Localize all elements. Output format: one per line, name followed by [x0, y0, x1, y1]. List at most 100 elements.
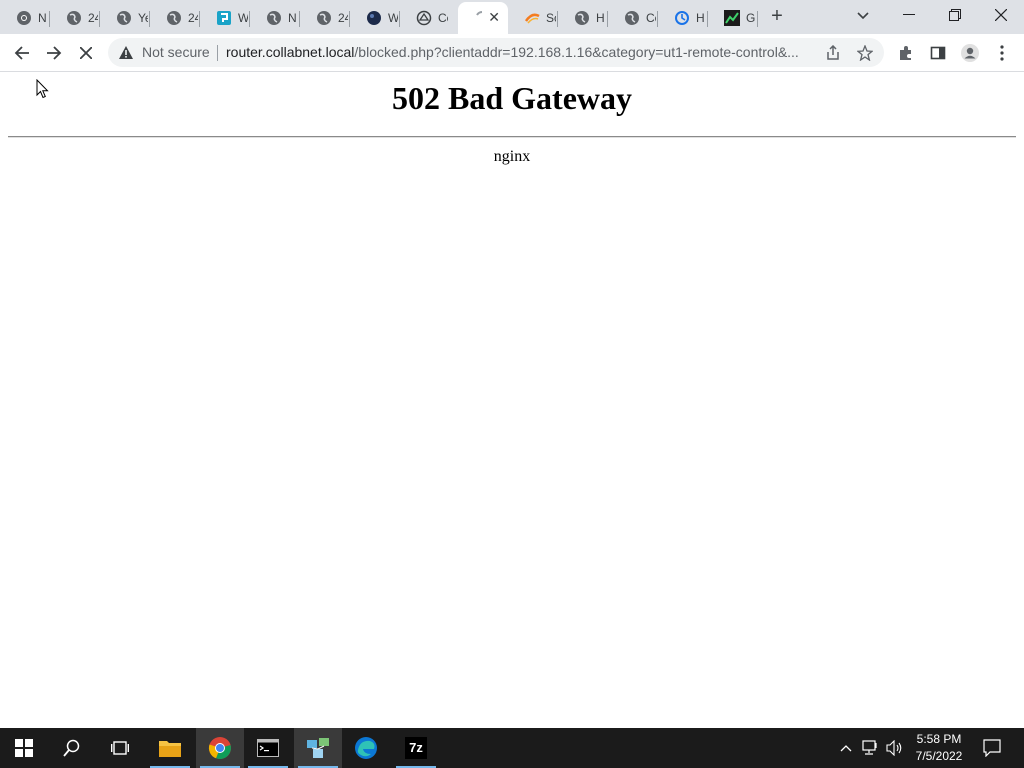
globe-icon	[624, 10, 640, 26]
stop-loading-button[interactable]	[72, 39, 100, 67]
network-tray-button[interactable]	[860, 728, 882, 768]
tab[interactable]: 24	[150, 4, 200, 32]
windows-logo-icon	[15, 739, 33, 757]
app-icon	[216, 10, 232, 26]
url-host: router.collabnet.local	[226, 44, 355, 60]
tab-title: H	[696, 11, 705, 25]
tab[interactable]: N	[0, 4, 50, 32]
task-view-button[interactable]	[96, 728, 144, 768]
tab[interactable]: H	[558, 4, 608, 32]
tab-separator	[757, 11, 758, 27]
chrome-icon	[208, 737, 231, 760]
minimize-button[interactable]	[886, 0, 932, 30]
history-icon	[674, 10, 690, 26]
tab-title: Ye	[138, 11, 148, 25]
tab[interactable]: H	[658, 4, 708, 32]
server-signature: nginx	[493, 148, 531, 165]
globe-icon	[266, 10, 282, 26]
file-explorer-button[interactable]	[146, 728, 194, 768]
globe-icon	[316, 10, 332, 26]
address-bar[interactable]: Not secure router.collabnet.local/blocke…	[108, 38, 884, 67]
terminal-button[interactable]	[244, 728, 292, 768]
notification-icon	[983, 739, 1001, 757]
tab[interactable]: Cc	[608, 4, 658, 32]
search-icon	[63, 739, 80, 757]
volume-tray-button[interactable]	[884, 728, 906, 768]
profile-button[interactable]	[956, 39, 984, 67]
folder-icon	[159, 741, 181, 757]
network-app-button[interactable]	[294, 728, 342, 768]
tab[interactable]: 24	[300, 4, 350, 32]
arrow-right-icon	[47, 46, 62, 60]
warning-icon[interactable]	[118, 45, 134, 65]
security-label[interactable]: Not secure	[142, 44, 210, 60]
chevron-down-icon	[857, 12, 869, 20]
search-button[interactable]	[48, 728, 96, 768]
globe-icon	[116, 10, 132, 26]
edge-button[interactable]	[342, 728, 390, 768]
notifications-button[interactable]	[978, 728, 1006, 768]
puzzle-icon	[900, 46, 911, 60]
tab[interactable]: Ye	[100, 4, 150, 32]
tab-title: G	[746, 11, 756, 25]
new-tab-button[interactable]: +	[767, 6, 787, 26]
forward-button[interactable]	[40, 39, 68, 67]
clock-date: 7/5/2022	[915, 749, 963, 763]
start-button[interactable]	[0, 728, 48, 768]
clock-time: 5:58 PM	[916, 732, 962, 746]
chart-icon	[724, 10, 740, 26]
swirl-icon	[524, 10, 540, 26]
side-panel-button[interactable]	[924, 39, 952, 67]
side-panel-icon	[930, 46, 946, 60]
network-icon	[862, 740, 877, 755]
7zip-icon: 7z	[405, 737, 427, 759]
close-tab-icon[interactable]: ✕	[488, 10, 500, 24]
tab-active[interactable]: ✕	[458, 2, 508, 34]
tab[interactable]: Cc	[400, 4, 450, 32]
minimize-icon	[903, 14, 915, 15]
taskbar-clock[interactable]: 5:58 PM 7/5/2022	[908, 731, 970, 765]
tab[interactable]: W	[200, 4, 250, 32]
globe-icon	[166, 10, 182, 26]
7zip-label: 7z	[409, 740, 423, 755]
close-window-button[interactable]	[978, 0, 1024, 30]
planet-icon	[366, 10, 382, 26]
menu-button[interactable]	[988, 39, 1016, 67]
url-path: /blocked.php?clientaddr=192.168.1.16&cat…	[354, 44, 799, 60]
globe-icon	[574, 10, 590, 26]
edge-icon	[355, 737, 377, 759]
task-view-icon	[111, 741, 129, 755]
restore-button[interactable]	[932, 0, 978, 30]
tab-search-button[interactable]	[852, 6, 874, 26]
tab[interactable]: Sc	[508, 4, 558, 32]
tab-title: 24	[188, 11, 198, 25]
back-button[interactable]	[8, 39, 36, 67]
divider	[8, 136, 1016, 138]
globe-icon	[66, 10, 82, 26]
page-content: 502 Bad Gateway nginx	[0, 72, 1024, 728]
restore-icon	[949, 9, 961, 21]
tab[interactable]: 24	[50, 4, 100, 32]
network-app-icon	[307, 738, 329, 758]
tab[interactable]: W	[350, 4, 400, 32]
extensions-button[interactable]	[892, 39, 920, 67]
taskbar: 7z 5:58 PM 7/5/2022	[0, 728, 1024, 768]
show-hidden-icons-button[interactable]	[836, 728, 856, 768]
7zip-button[interactable]: 7z	[392, 728, 440, 768]
terminal-icon	[257, 739, 279, 757]
url-text[interactable]: router.collabnet.local/blocked.php?clien…	[226, 44, 812, 60]
tab-title: Cc	[646, 11, 656, 25]
tab-strip: N 24 Ye 24 W N	[0, 0, 1024, 34]
tab[interactable]: N	[250, 4, 300, 32]
tab-title: 24	[338, 11, 348, 25]
site-icon	[416, 10, 432, 26]
stop-icon	[80, 47, 92, 59]
chrome-taskbar-button[interactable]	[196, 728, 244, 768]
tab-title: 24	[88, 11, 98, 25]
tab[interactable]: G	[708, 4, 758, 32]
address-divider	[217, 45, 218, 61]
speaker-icon	[886, 740, 902, 756]
bookmark-star-icon[interactable]	[856, 44, 874, 62]
tab-title: Sc	[546, 11, 556, 25]
share-icon[interactable]	[824, 44, 842, 62]
